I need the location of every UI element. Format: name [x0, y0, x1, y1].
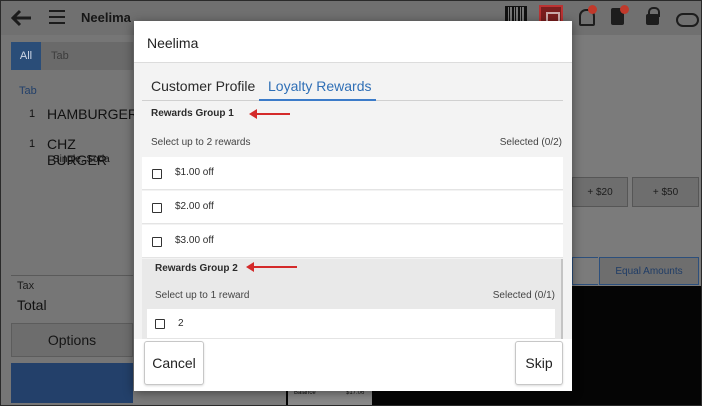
rewards-group-title: Rewards Group 1 [151, 108, 234, 119]
reward-option[interactable]: $1.00 off [142, 157, 563, 190]
dialog-title: Neelima [147, 35, 199, 51]
rewards-selected-count: Selected (0/1) [492, 290, 555, 301]
back-arrow-icon[interactable] [11, 7, 33, 29]
reward-checkbox[interactable] [152, 203, 162, 213]
rewards-instruction: Select up to 1 reward [155, 290, 250, 301]
equal-amounts-button[interactable]: Equal Amounts [599, 257, 699, 285]
reward-label: 2 [178, 318, 184, 329]
orders-icon[interactable] [607, 5, 629, 28]
reward-checkbox[interactable] [152, 237, 162, 247]
item-qty: 1 [29, 108, 36, 120]
pay-button[interactable] [11, 363, 133, 403]
tax-label: Tax [17, 280, 35, 292]
order-label: Tab [19, 85, 37, 97]
app-title: Neelima [81, 10, 131, 25]
cloud-icon[interactable] [675, 6, 699, 28]
options-button[interactable]: Options [11, 323, 133, 357]
dialog-tabs: Customer Profile Loyalty Rewards [142, 73, 563, 101]
skip-button[interactable]: Skip [515, 341, 563, 385]
bell-icon[interactable] [575, 5, 597, 28]
divider [11, 275, 133, 276]
quick-amount-20[interactable]: + $20 [572, 177, 628, 207]
total-label: Total [17, 297, 47, 313]
tab-loyalty-rewards[interactable]: Loyalty Rewards [268, 78, 372, 94]
dialog-footer: Cancel Skip [134, 339, 572, 391]
reward-label: $1.00 off [175, 167, 214, 178]
reward-checkbox[interactable] [152, 169, 162, 179]
order-panel: All Tab Tab 1 HAMBURGER 1 CHZ BURGER Sin… [1, 35, 138, 405]
amount-button[interactable] [572, 257, 598, 285]
rewards-group-title: Rewards Group 2 [155, 263, 238, 274]
tab-tab[interactable]: Tab [51, 50, 69, 62]
screenshot-frame: Neelima All Tab Tab 1 HAMBURGER 1 CHZ BU… [0, 0, 702, 406]
tab-all[interactable]: All [11, 42, 41, 70]
rewards-instruction: Select up to 2 rewards [151, 137, 251, 148]
reward-option[interactable]: $3.00 off [142, 225, 563, 258]
hamburger-menu-icon[interactable] [49, 10, 65, 24]
dialog-header: Neelima [134, 21, 572, 63]
order-tabs: All Tab [11, 42, 133, 70]
cancel-button[interactable]: Cancel [144, 341, 204, 385]
reward-option[interactable]: $2.00 off [142, 191, 563, 224]
rewards-selected-count: Selected (0/2) [499, 137, 562, 148]
active-tab-indicator [259, 99, 376, 101]
scrollbar[interactable] [561, 259, 563, 349]
reward-checkbox[interactable] [155, 319, 165, 329]
orders-dot [620, 5, 629, 14]
item-name[interactable]: HAMBURGER [47, 106, 138, 122]
lock-icon[interactable] [643, 6, 665, 28]
quick-amount-50[interactable]: + $50 [632, 177, 699, 207]
reward-label: $3.00 off [175, 235, 214, 246]
annotation-arrow [246, 262, 297, 272]
tab-customer-profile[interactable]: Customer Profile [151, 78, 255, 94]
notification-dot [588, 5, 597, 14]
reward-label: $2.00 off [175, 201, 214, 212]
item-modifiers: Single, Soda [53, 154, 110, 165]
annotation-arrow [249, 109, 290, 119]
item-qty: 1 [29, 138, 36, 150]
reward-option[interactable]: 2 [147, 309, 555, 339]
rewards-dialog: Neelima Customer Profile Loyalty Rewards… [134, 21, 572, 391]
